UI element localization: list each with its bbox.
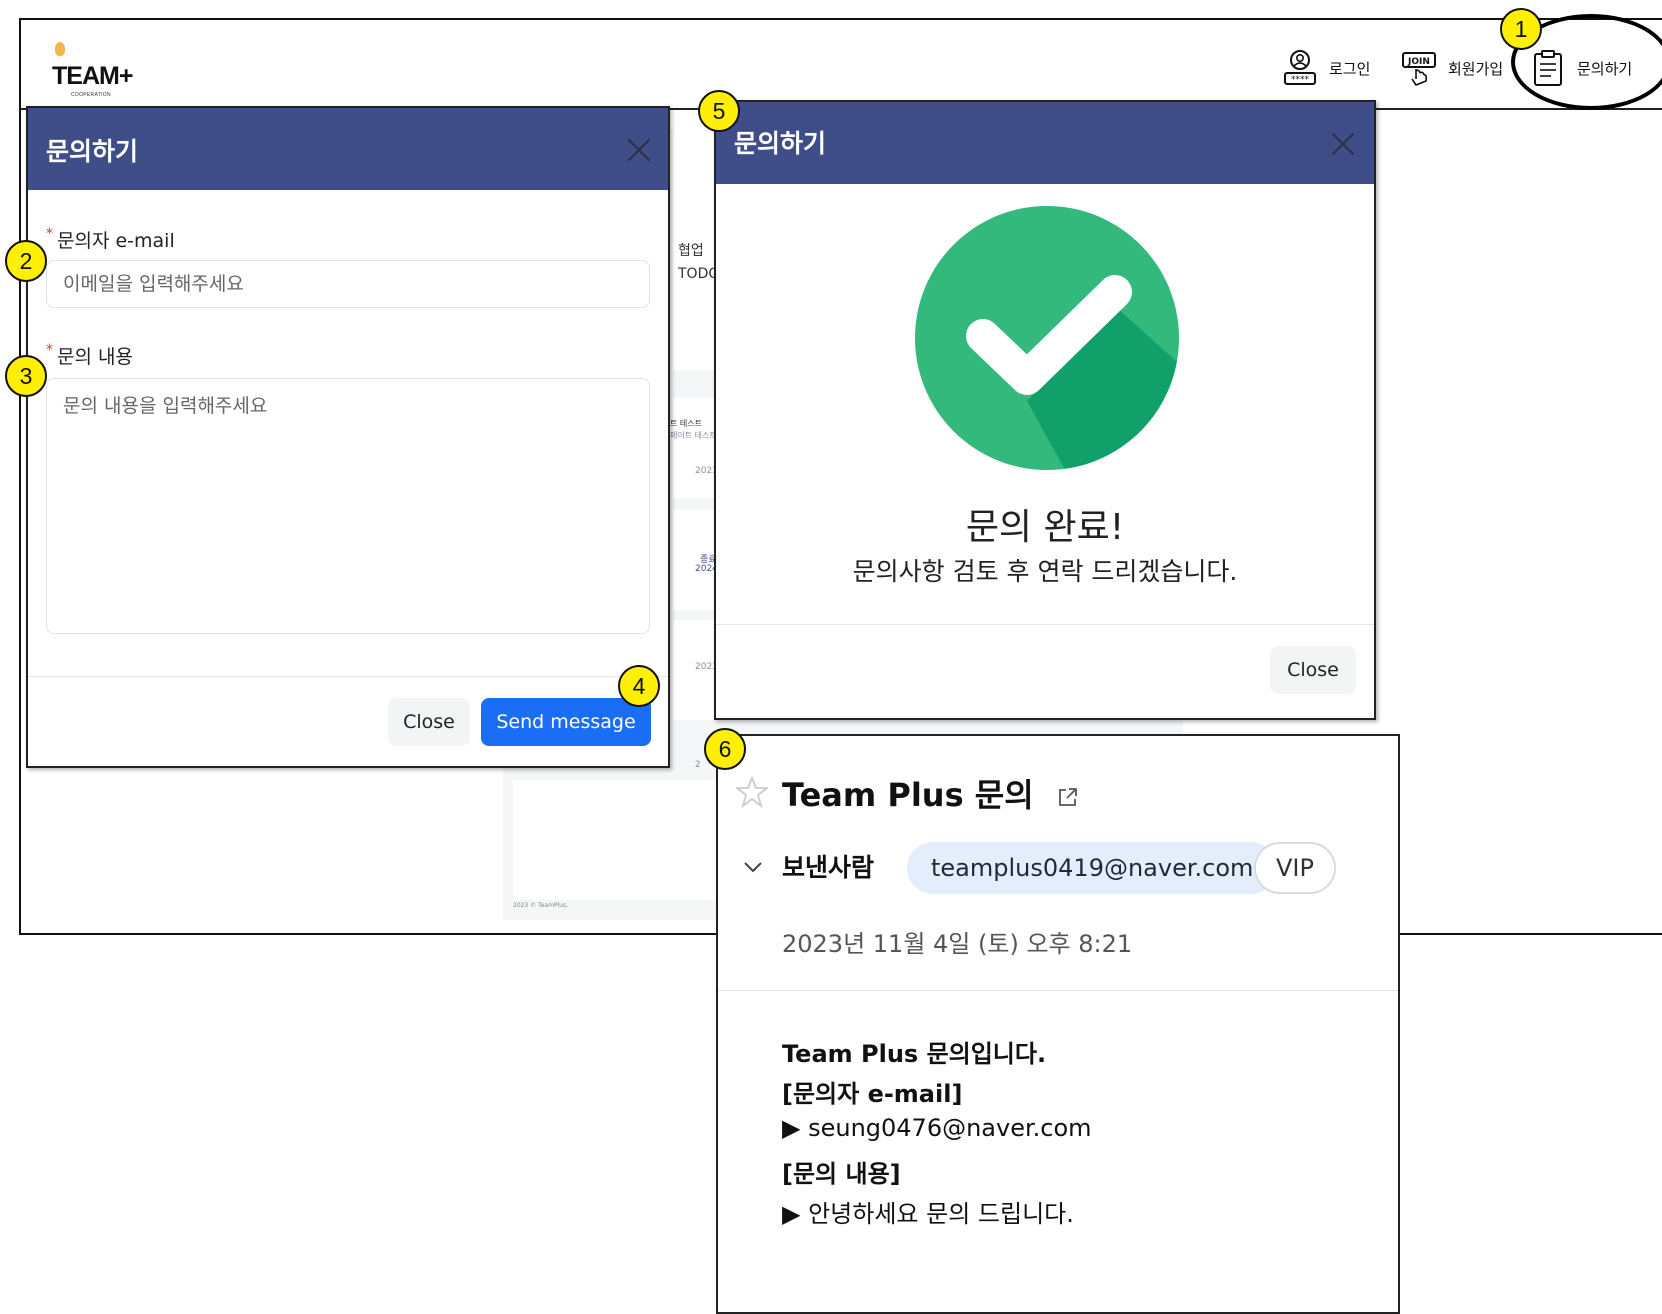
svg-text:****: **** <box>1291 75 1310 85</box>
sender-label: 보낸사람 <box>782 853 875 882</box>
join-icon-text: JOIN <box>1407 57 1430 67</box>
sender-email-chip[interactable]: teamplus0419@naver.com <box>907 842 1278 894</box>
email-body-line: Team Plus 문의입니다. <box>782 1040 1047 1068</box>
step-marker: 4 <box>618 665 660 707</box>
modal-footer-divider <box>716 624 1374 625</box>
content-field-label: * 문의 내용 <box>46 342 133 369</box>
step-marker: 2 <box>5 240 47 282</box>
required-mark: * <box>46 226 53 242</box>
success-heading: 문의 완료! <box>965 507 1125 548</box>
logo-text: TEAM+ <box>52 62 133 90</box>
close-icon[interactable] <box>1330 131 1356 157</box>
email-view: Team Plus 문의 보낸사람 teamplus0419@naver.com… <box>716 734 1400 1314</box>
nav-login[interactable]: **** 로그인 <box>1283 48 1370 88</box>
success-modal: 문의하기 문의 완료! 문의사항 검토 후 연락 드리겠습니다. Close <box>714 100 1376 720</box>
star-icon[interactable] <box>736 776 768 808</box>
success-modal-header: 문의하기 <box>716 102 1374 184</box>
background-footer: 2023 © TeamPlus. <box>513 902 569 909</box>
modal-footer-divider <box>28 676 668 677</box>
chevron-down-icon[interactable] <box>742 856 764 878</box>
inquiry-modal: 문의하기 *문의자 e-mail *문의 내용 Close Send messa… <box>26 106 670 768</box>
email-subject: Team Plus 문의 <box>782 770 1079 816</box>
navbar: TEAM+ COOPERATION **** 로그인 JOIN 회원가입 문의하… <box>21 20 1662 110</box>
content-textarea[interactable] <box>46 378 650 634</box>
close-icon[interactable] <box>626 137 652 163</box>
email-body-line: [문의 내용] <box>782 1160 901 1188</box>
email-subject-text: Team Plus 문의 <box>782 776 1034 814</box>
logo-subtext: COOPERATION <box>71 92 111 98</box>
nav-login-label: 로그인 <box>1329 59 1371 78</box>
step-marker: 1 <box>1500 8 1542 50</box>
inquiry-modal-header: 문의하기 <box>28 108 668 190</box>
success-message: 문의사항 검토 후 연락 드리겠습니다. <box>852 557 1238 586</box>
step-marker: 6 <box>704 728 746 770</box>
nav-signup-label: 회원가입 <box>1448 59 1504 78</box>
email-input[interactable] <box>46 260 650 308</box>
email-label-text: 문의자 e-mail <box>57 230 175 252</box>
lightbulb-icon <box>55 42 65 56</box>
email-body-line: ▶ 안녕하세요 문의 드립니다. <box>782 1200 1074 1228</box>
inquiry-modal-title: 문의하기 <box>46 137 139 166</box>
step-marker: 3 <box>5 355 47 397</box>
send-message-button[interactable]: Send message <box>481 698 651 746</box>
team-plus-logo[interactable]: TEAM+ COOPERATION <box>49 42 139 106</box>
collab-label: 협업 <box>678 243 704 259</box>
close-button[interactable]: Close <box>388 698 470 746</box>
content-label-text: 문의 내용 <box>57 346 133 368</box>
step-marker: 5 <box>698 90 740 132</box>
check-circle-icon <box>915 206 1179 470</box>
close-button[interactable]: Close <box>1270 646 1356 694</box>
nav-signup[interactable]: JOIN 회원가입 <box>1402 48 1503 88</box>
email-body-line: ▶ seung0476@naver.com <box>782 1114 1092 1142</box>
required-mark: * <box>46 342 53 358</box>
login-icon: **** <box>1284 50 1316 85</box>
email-body-line: [문의자 e-mail] <box>782 1080 963 1108</box>
external-link-icon[interactable] <box>1057 786 1079 808</box>
background-small-text: 트 테스트 <box>670 419 702 428</box>
vip-button[interactable]: VIP <box>1254 842 1336 894</box>
email-field-label: * 문의자 e-mail <box>46 226 175 253</box>
join-hand-icon: JOIN <box>1402 52 1436 86</box>
email-date: 2023년 11월 4일 (토) 오후 8:21 <box>782 930 1133 958</box>
email-header-divider <box>718 990 1398 991</box>
background-year: 2 <box>695 760 701 770</box>
success-modal-title: 문의하기 <box>734 129 827 158</box>
